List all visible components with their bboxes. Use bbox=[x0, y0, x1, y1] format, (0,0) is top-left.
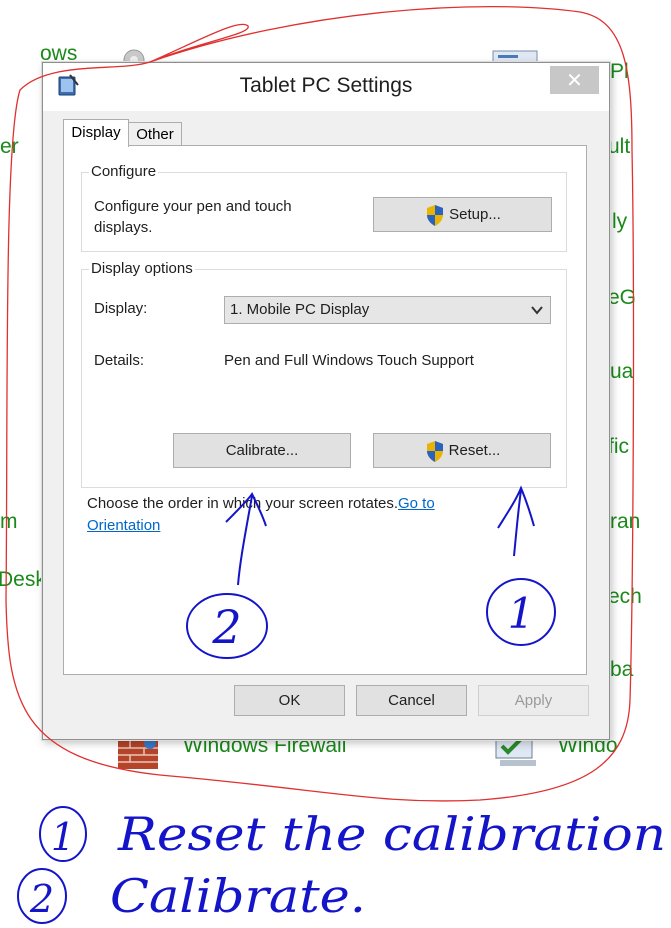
bg-item-label: eG bbox=[608, 286, 637, 309]
display-options-label: Display options bbox=[89, 260, 195, 277]
details-label: Details: bbox=[94, 352, 145, 369]
tab-panel-display: Configure Configure your pen and touch d… bbox=[63, 145, 587, 675]
bg-item-label: m bbox=[0, 510, 18, 533]
orientation-description: Choose the order in which your screen ro… bbox=[87, 495, 398, 512]
close-button[interactable]: ✕ bbox=[550, 66, 599, 94]
display-options-group: Display options Display: 1. Mobile PC Di… bbox=[81, 260, 567, 488]
display-select[interactable]: 1. Mobile PC Display bbox=[224, 296, 551, 324]
chevron-down-icon bbox=[531, 306, 543, 315]
calibrate-button[interactable]: Calibrate... bbox=[173, 433, 351, 468]
bg-item-label: Desk bbox=[0, 568, 46, 591]
cancel-button[interactable]: Cancel bbox=[356, 685, 467, 716]
firewall-icon bbox=[118, 737, 158, 769]
bg-item-label: Pl bbox=[610, 60, 629, 83]
setup-button-label: Setup... bbox=[449, 206, 501, 223]
setup-button[interactable]: Setup... bbox=[373, 197, 552, 232]
title-bar[interactable]: Tablet PC Settings ✕ bbox=[43, 63, 609, 111]
tablet-pc-settings-dialog: Tablet PC Settings ✕ Display Other Confi… bbox=[42, 62, 610, 740]
reset-button-label: Reset... bbox=[448, 442, 501, 459]
configure-description: Configure your pen and touch displays. bbox=[94, 198, 292, 236]
uac-shield-icon bbox=[427, 204, 444, 226]
bg-item-label: ly bbox=[612, 210, 628, 233]
bg-item-label: er bbox=[0, 135, 19, 158]
tab-display[interactable]: Display bbox=[63, 119, 129, 147]
note-2-circle bbox=[17, 868, 67, 924]
bg-item-label: ult bbox=[608, 135, 631, 158]
note-1-circle bbox=[39, 806, 87, 862]
ok-button[interactable]: OK bbox=[234, 685, 345, 716]
bg-item-label: ech bbox=[608, 585, 642, 608]
tab-other[interactable]: Other bbox=[128, 122, 182, 146]
note-1-text: Reset the calibration bbox=[117, 807, 666, 861]
details-value: Pen and Full Windows Touch Support bbox=[224, 352, 474, 369]
bg-item-label: ran bbox=[610, 510, 641, 533]
configure-group-label: Configure bbox=[89, 163, 159, 180]
display-select-value: 1. Mobile PC Display bbox=[230, 301, 370, 318]
apply-button: Apply bbox=[478, 685, 589, 716]
note-2-text: Calibrate. bbox=[110, 869, 366, 923]
note-1-number: 1 bbox=[51, 815, 75, 859]
reset-button[interactable]: Reset... bbox=[373, 433, 551, 468]
dialog-title: Tablet PC Settings bbox=[239, 74, 413, 97]
note-2-number: 2 bbox=[29, 877, 54, 921]
configure-group: Configure Configure your pen and touch d… bbox=[81, 163, 567, 252]
bg-item-label: ba bbox=[610, 658, 634, 681]
bg-item-label: ua bbox=[610, 360, 634, 383]
display-field-label: Display: bbox=[94, 300, 148, 317]
bg-item-label: fic bbox=[608, 435, 629, 458]
orientation-text: Choose the order in which your screen ro… bbox=[87, 493, 487, 537]
uac-shield-icon bbox=[426, 440, 443, 462]
